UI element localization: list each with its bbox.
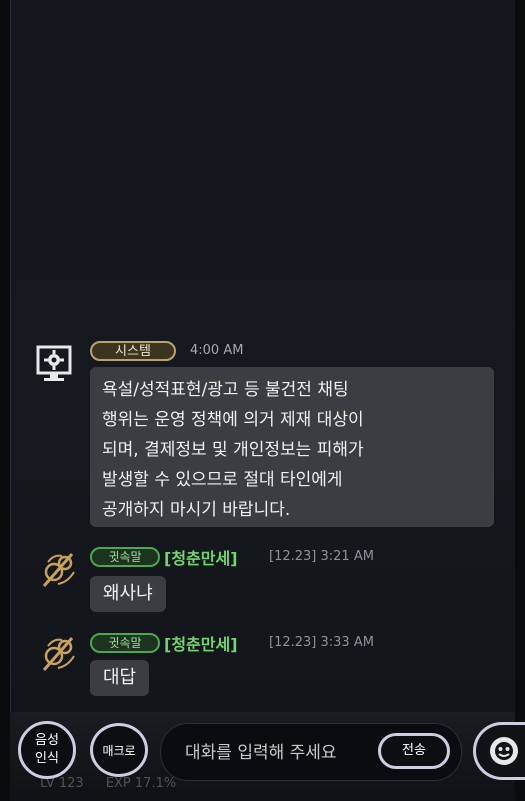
system-message-line: 공개하지 마시기 바랍니다. xyxy=(102,500,291,520)
chat-input[interactable] xyxy=(183,736,387,770)
whisper-tag: 귓속말 xyxy=(90,633,160,653)
message-time: [12.23] 3:21 AM xyxy=(269,549,374,564)
level-exp-readout: LV 123 EXP 17.1% xyxy=(40,776,176,791)
system-tag: 시스템 xyxy=(90,341,176,361)
sender-emblem-icon[interactable] xyxy=(38,548,82,592)
message-time: [12.23] 3:33 AM xyxy=(269,635,374,650)
system-message-line: 욕설/성적표현/광고 등 불건전 채팅 xyxy=(102,380,349,400)
send-button[interactable]: 전송 xyxy=(378,733,450,769)
system-message-line: 되며, 결제정보 및 개인정보는 피해가 xyxy=(102,440,364,460)
message-bubble: 대답 xyxy=(90,660,150,696)
message-bubble: 왜사냐 xyxy=(90,576,166,612)
exp-text: EXP 17.1% xyxy=(105,776,177,791)
right-edge xyxy=(515,0,525,801)
sender-emblem-icon[interactable] xyxy=(38,632,82,676)
voice-label-1: 음성 xyxy=(35,733,59,748)
left-edge xyxy=(0,0,10,801)
emoji-face-icon xyxy=(490,737,518,765)
system-message-time: 4:00 AM xyxy=(190,343,244,358)
system-message-line: 행위는 운영 정책에 의거 제재 대상이 xyxy=(102,410,364,430)
system-message-bubble: 욕설/성적표현/광고 등 불건전 채팅 행위는 운영 정책에 의거 제재 대상이… xyxy=(90,367,494,527)
voice-label-2: 인식 xyxy=(35,751,59,766)
voice-input-button[interactable]: 음성 인식 xyxy=(18,721,76,779)
emoji-button[interactable] xyxy=(473,722,525,780)
sender-name[interactable]: [청춘만세] xyxy=(164,631,238,655)
system-monitor-icon xyxy=(36,345,72,385)
system-message-line: 발생할 수 있으므로 절대 타인에게 xyxy=(102,470,343,490)
sender-name[interactable]: [청춘만세] xyxy=(164,545,238,569)
macro-button[interactable]: 매크로 xyxy=(90,723,148,777)
whisper-tag: 귓속말 xyxy=(90,547,160,567)
